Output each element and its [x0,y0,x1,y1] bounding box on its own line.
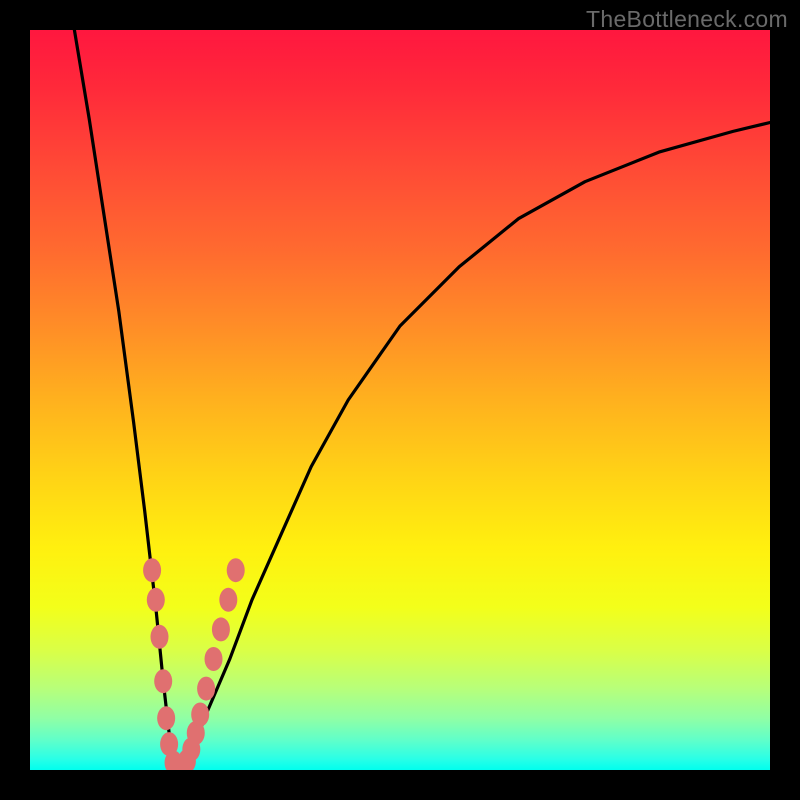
marker-dot [143,558,161,582]
marker-dot [227,558,245,582]
highlight-dots [143,558,245,770]
bottleneck-curve [74,30,770,770]
curve-layer [30,30,770,770]
chart-frame: TheBottleneck.com [0,0,800,800]
marker-dot [212,617,230,641]
marker-dot [154,669,172,693]
marker-dot [205,647,223,671]
marker-dot [157,706,175,730]
marker-dot [191,703,209,727]
marker-dot [147,588,165,612]
marker-dot [197,677,215,701]
plot-area [30,30,770,770]
watermark-text: TheBottleneck.com [586,6,788,33]
marker-dot [151,625,169,649]
marker-dot [219,588,237,612]
